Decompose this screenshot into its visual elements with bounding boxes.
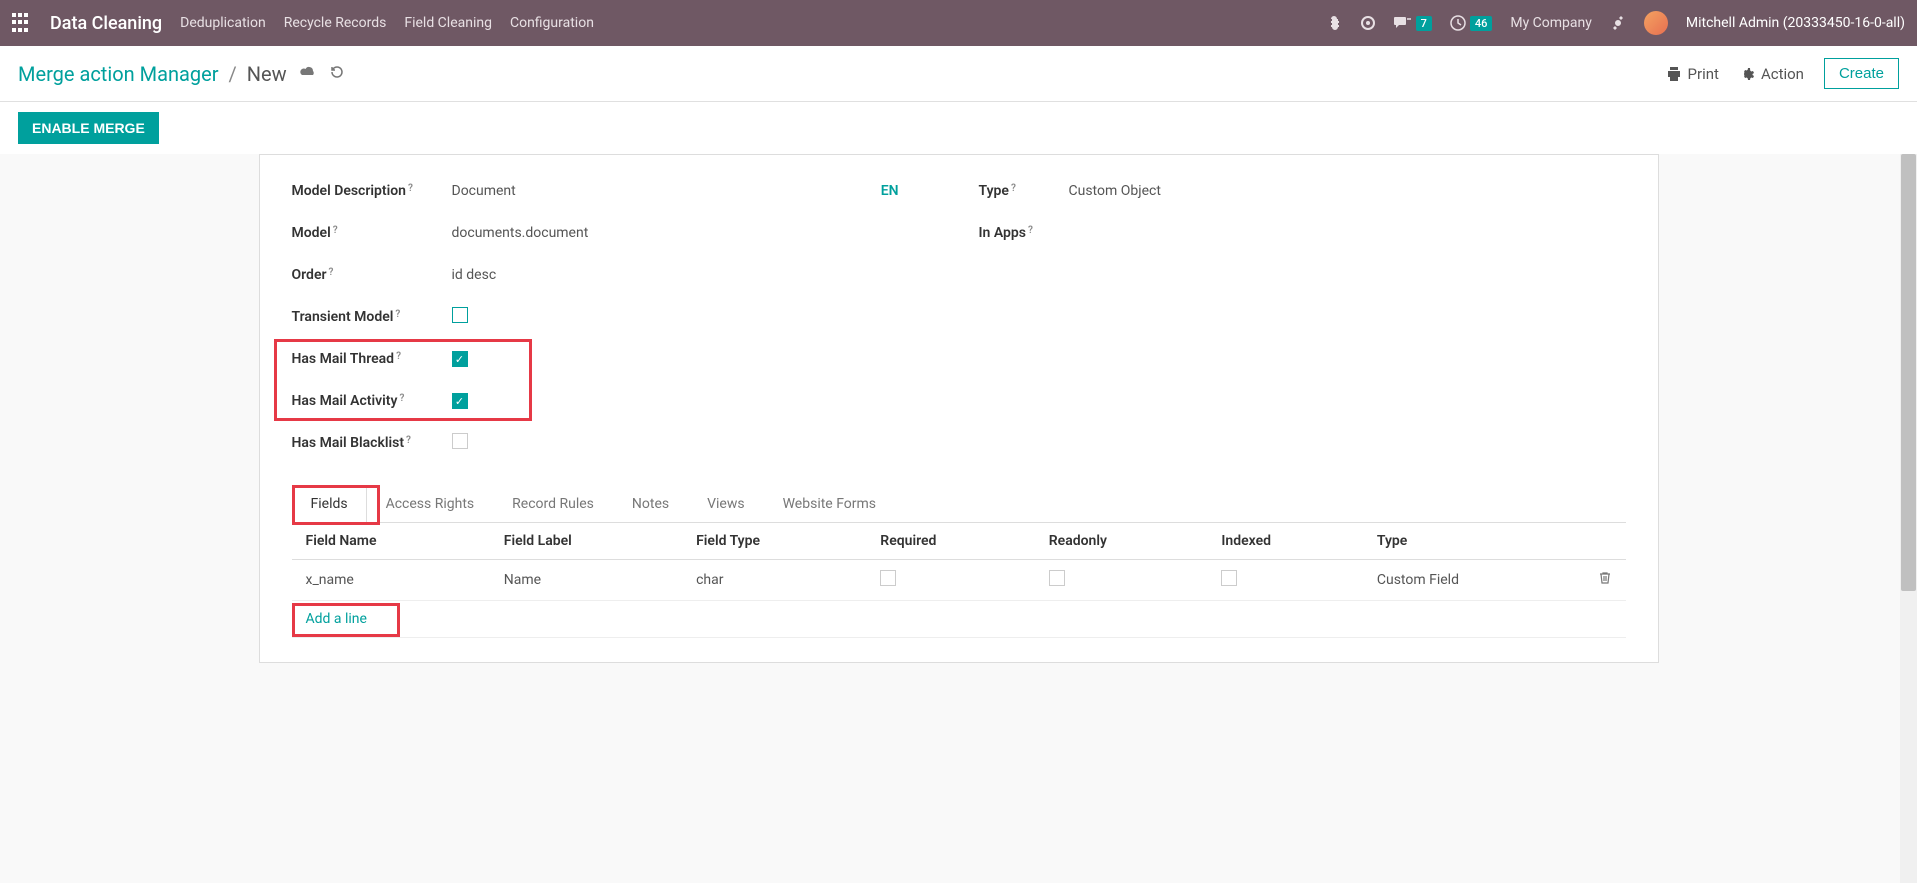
th-field-type[interactable]: Field Type xyxy=(682,523,866,560)
help-icon[interactable]: ? xyxy=(1011,183,1016,194)
checkbox-readonly[interactable] xyxy=(1049,570,1065,586)
tab-access-rights[interactable]: Access Rights xyxy=(367,485,494,522)
cell-field-label[interactable]: Name xyxy=(490,560,682,601)
tab-views[interactable]: Views xyxy=(688,485,764,522)
tabs: Fields Access Rights Record Rules Notes … xyxy=(292,485,1626,523)
tab-notes[interactable]: Notes xyxy=(613,485,688,522)
content-area: Model Description ? Document EN Model ? … xyxy=(0,154,1917,883)
user-name[interactable]: Mitchell Admin (20333450-16-0-all) xyxy=(1686,15,1905,31)
messages-icon[interactable]: 7 xyxy=(1394,15,1432,31)
nav-recycle-records[interactable]: Recycle Records xyxy=(284,15,387,31)
navbar-right: 7 46 My Company Mitchell Admin (20333450… xyxy=(1326,11,1905,35)
form-right-column: Type ? Custom Object In Apps ? xyxy=(979,179,1626,473)
cell-field-type[interactable]: char xyxy=(682,560,866,601)
checkbox-required[interactable] xyxy=(880,570,896,586)
highlight-mail-flags xyxy=(274,339,532,421)
nav-field-cleaning[interactable]: Field Cleaning xyxy=(404,15,492,31)
field-order: Order ? id desc xyxy=(292,263,939,287)
vertical-scrollbar[interactable] xyxy=(1900,154,1917,883)
activities-badge: 46 xyxy=(1470,16,1493,31)
fields-table: Field Name Field Label Field Type Requir… xyxy=(292,523,1626,638)
page-header: Merge action Manager / New Print Action … xyxy=(0,46,1917,102)
tab-website-forms[interactable]: Website Forms xyxy=(764,485,895,522)
value-order[interactable]: id desc xyxy=(452,267,939,283)
form-columns: Model Description ? Document EN Model ? … xyxy=(292,179,1626,473)
top-navbar: Data Cleaning Deduplication Recycle Reco… xyxy=(0,0,1917,46)
highlight-add-line xyxy=(292,603,400,637)
value-model[interactable]: documents.document xyxy=(452,225,939,241)
breadcrumb-current: New xyxy=(247,62,287,86)
label-transient: Transient Model xyxy=(292,309,394,325)
header-actions: Print Action Create xyxy=(1666,58,1899,89)
support-icon[interactable] xyxy=(1360,15,1376,31)
breadcrumb: Merge action Manager / New xyxy=(18,62,287,86)
field-in-apps: In Apps ? xyxy=(979,221,1626,245)
bug-icon[interactable] xyxy=(1326,15,1342,31)
label-model-description: Model Description xyxy=(292,183,407,199)
activities-icon[interactable]: 46 xyxy=(1450,15,1493,31)
breadcrumb-parent[interactable]: Merge action Manager xyxy=(18,62,219,86)
field-transient: Transient Model ? xyxy=(292,305,939,329)
add-line-link[interactable]: Add a line xyxy=(292,601,1626,637)
create-button[interactable]: Create xyxy=(1824,58,1899,89)
help-icon[interactable]: ? xyxy=(408,183,413,194)
company-selector[interactable]: My Company xyxy=(1510,15,1592,31)
th-field-name[interactable]: Field Name xyxy=(292,523,490,560)
th-readonly[interactable]: Readonly xyxy=(1035,523,1208,560)
action-label: Action xyxy=(1761,65,1804,83)
highlight-fields-tab xyxy=(292,485,380,525)
lang-badge[interactable]: EN xyxy=(881,183,939,199)
action-button[interactable]: Action xyxy=(1739,65,1804,83)
checkbox-mail-blacklist[interactable] xyxy=(452,433,468,449)
add-line-row: Add a line xyxy=(292,601,1626,638)
th-required[interactable]: Required xyxy=(866,523,1034,560)
field-model-description: Model Description ? Document EN xyxy=(292,179,939,203)
messages-badge: 7 xyxy=(1416,16,1432,31)
field-mail-blacklist: Has Mail Blacklist ? xyxy=(292,431,939,455)
app-brand[interactable]: Data Cleaning xyxy=(50,13,162,34)
th-type[interactable]: Type xyxy=(1363,523,1584,560)
help-icon[interactable]: ? xyxy=(329,267,334,278)
cloud-save-icon[interactable] xyxy=(299,64,317,83)
navbar-left: Data Cleaning Deduplication Recycle Reco… xyxy=(12,13,594,34)
value-model-description[interactable]: Document xyxy=(452,183,881,199)
checkbox-indexed[interactable] xyxy=(1221,570,1237,586)
user-avatar[interactable] xyxy=(1644,11,1668,35)
tab-record-rules[interactable]: Record Rules xyxy=(493,485,613,522)
help-icon[interactable]: ? xyxy=(406,435,411,446)
print-label: Print xyxy=(1688,65,1719,83)
field-type: Type ? Custom Object xyxy=(979,179,1626,203)
nav-configuration[interactable]: Configuration xyxy=(510,15,594,31)
label-mail-blacklist: Has Mail Blacklist xyxy=(292,435,405,451)
help-icon[interactable]: ? xyxy=(395,309,400,320)
status-bar: ENABLE MERGE xyxy=(0,102,1917,154)
enable-merge-button[interactable]: ENABLE MERGE xyxy=(18,112,159,144)
table-row[interactable]: x_name Name char Custom Field xyxy=(292,560,1626,601)
cell-type: Custom Field xyxy=(1363,560,1584,601)
label-in-apps: In Apps xyxy=(979,225,1026,241)
print-button[interactable]: Print xyxy=(1666,65,1719,83)
checkbox-transient[interactable] xyxy=(452,307,468,323)
table-header-row: Field Name Field Label Field Type Requir… xyxy=(292,523,1626,560)
th-field-label[interactable]: Field Label xyxy=(490,523,682,560)
label-type: Type xyxy=(979,183,1009,199)
form-left-column: Model Description ? Document EN Model ? … xyxy=(292,179,939,473)
label-model: Model xyxy=(292,225,331,241)
help-icon[interactable]: ? xyxy=(333,225,338,236)
th-indexed[interactable]: Indexed xyxy=(1207,523,1362,560)
scrollbar-thumb[interactable] xyxy=(1901,154,1916,591)
form-sheet: Model Description ? Document EN Model ? … xyxy=(259,154,1659,663)
trash-icon[interactable] xyxy=(1598,573,1612,589)
help-icon[interactable]: ? xyxy=(1028,225,1033,236)
value-type: Custom Object xyxy=(1069,183,1626,199)
tools-icon[interactable] xyxy=(1610,15,1626,31)
cell-field-name[interactable]: x_name xyxy=(292,560,490,601)
field-model: Model ? documents.document xyxy=(292,221,939,245)
apps-menu-icon[interactable] xyxy=(12,13,32,33)
nav-deduplication[interactable]: Deduplication xyxy=(180,15,266,31)
breadcrumb-separator: / xyxy=(229,62,237,86)
label-order: Order xyxy=(292,267,327,283)
discard-icon[interactable] xyxy=(329,64,345,84)
